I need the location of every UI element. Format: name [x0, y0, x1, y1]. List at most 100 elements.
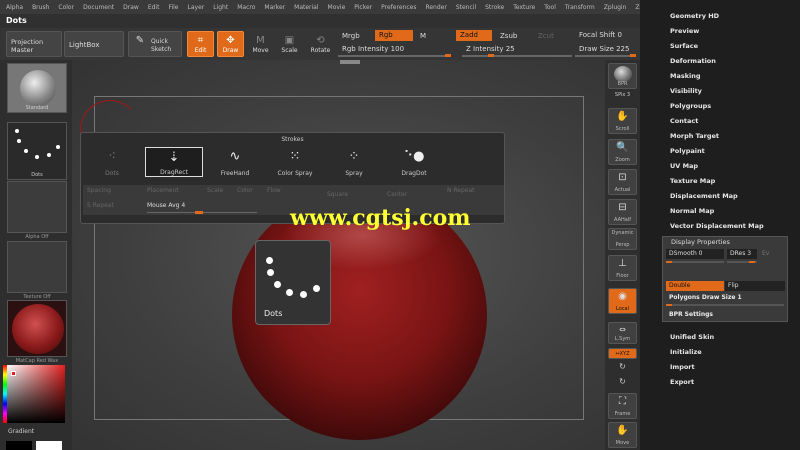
- actual-button[interactable]: ⊡ Actual: [608, 169, 637, 195]
- move-button[interactable]: M Move: [248, 31, 273, 57]
- deformation-item[interactable]: Deformation: [670, 57, 716, 65]
- rgb-intensity-knob[interactable]: [445, 54, 451, 57]
- main-color-swatch[interactable]: [36, 441, 62, 450]
- poly-draw-size-track[interactable]: [666, 304, 784, 306]
- alpha-thumb[interactable]: Alpha Off: [7, 181, 67, 240]
- normal-map-item[interactable]: Normal Map: [670, 207, 714, 215]
- spix-slider[interactable]: SPix 3: [608, 92, 637, 98]
- z-intensity-track[interactable]: [462, 55, 572, 57]
- focal-shift-slider[interactable]: Focal Shift 0: [575, 30, 626, 41]
- stroke-option-dots[interactable]: ⁖ Dots: [83, 147, 141, 177]
- menu-item-preferences[interactable]: Preferences: [381, 4, 416, 11]
- draw-size-track[interactable]: [575, 55, 635, 57]
- dsmooth-track[interactable]: [666, 261, 724, 263]
- menu-item-stroke[interactable]: Stroke: [485, 4, 504, 11]
- menu-item-document[interactable]: Document: [83, 4, 114, 11]
- material-standard-thumb[interactable]: Standard: [7, 63, 67, 113]
- geometry-hd-item[interactable]: Geometry HD: [670, 12, 719, 20]
- mrgb-toggle[interactable]: Mrgb: [338, 31, 364, 42]
- menu-item-draw[interactable]: Draw: [123, 4, 139, 11]
- menu-item-material[interactable]: Material: [294, 4, 318, 11]
- dsmooth-slider[interactable]: DSmooth 0: [666, 249, 724, 259]
- dres-knob[interactable]: [749, 261, 755, 263]
- menu-item-layer[interactable]: Layer: [188, 4, 205, 11]
- menu-item-transform[interactable]: Transform: [565, 4, 595, 11]
- masking-item[interactable]: Masking: [670, 72, 701, 80]
- lsym-button[interactable]: ⇔ L.Sym: [608, 322, 637, 344]
- rgb-intensity-track[interactable]: [338, 55, 450, 57]
- edit-button[interactable]: ⌗ Edit: [187, 31, 214, 57]
- menu-item-macro[interactable]: Macro: [237, 4, 255, 11]
- spacing-slider[interactable]: Spacing: [87, 187, 111, 194]
- flow-slider[interactable]: Flow: [267, 187, 281, 194]
- vector-displacement-map-item[interactable]: Vector Displacement Map: [670, 222, 764, 230]
- rgb-intensity-slider[interactable]: Rgb Intensity 100: [338, 44, 408, 55]
- color-slider[interactable]: Color: [237, 187, 253, 194]
- stroke-option-dragrect[interactable]: ⇣ DragRect: [145, 147, 203, 177]
- double-toggle[interactable]: Double: [666, 281, 724, 291]
- scroll-button[interactable]: ✋ Scroll: [608, 108, 637, 134]
- mouse-avg-slider[interactable]: Mouse Avg 4: [147, 202, 185, 209]
- unified-skin-item[interactable]: Unified Skin: [670, 333, 714, 341]
- stroke-option-color-spray[interactable]: ⁙ Color Spray: [266, 147, 324, 177]
- menu-item-brush[interactable]: Brush: [32, 4, 49, 11]
- menu-item-edit[interactable]: Edit: [148, 4, 160, 11]
- dres-slider[interactable]: DRes 3: [727, 249, 757, 259]
- menu-item-tool[interactable]: Tool: [544, 4, 556, 11]
- mouse-avg-knob[interactable]: [195, 211, 203, 214]
- projection-master-button[interactable]: Projection Master: [6, 31, 62, 57]
- center-toggle[interactable]: Center: [387, 191, 407, 198]
- bpr-button[interactable]: BPR: [608, 63, 637, 89]
- matcap-thumb[interactable]: MatCap Red Wax: [7, 300, 67, 364]
- gradient-label[interactable]: Gradient: [8, 428, 34, 435]
- rotate-button[interactable]: ⟲ Rotate: [307, 31, 334, 57]
- visibility-item[interactable]: Visibility: [670, 87, 702, 95]
- xyz-button[interactable]: ↔XYZ: [608, 348, 637, 359]
- surface-item[interactable]: Surface: [670, 42, 698, 50]
- menu-item-file[interactable]: File: [168, 4, 178, 11]
- m-toggle[interactable]: M: [416, 31, 430, 42]
- menu-item-texture[interactable]: Texture: [513, 4, 535, 11]
- draw-size-knob[interactable]: [630, 54, 636, 57]
- initialize-item[interactable]: Initialize: [670, 348, 702, 356]
- zadd-toggle[interactable]: Zadd: [456, 30, 492, 41]
- secondary-color-swatch[interactable]: [6, 441, 32, 450]
- frame-button[interactable]: ⛶ Frame: [608, 393, 637, 419]
- color-picker[interactable]: [3, 365, 65, 423]
- display-properties-header[interactable]: Display Properties: [671, 238, 730, 246]
- draw-size-slider[interactable]: Draw Size 225: [575, 44, 633, 55]
- texture-thumb[interactable]: Texture Off: [7, 241, 67, 300]
- canvas-handle[interactable]: [340, 60, 360, 64]
- menu-item-movie[interactable]: Movie: [328, 4, 346, 11]
- zsub-toggle[interactable]: Zsub: [496, 31, 521, 42]
- floor-button[interactable]: ⊥ Floor: [608, 255, 637, 281]
- n-repeat-slider[interactable]: N Repeat: [447, 187, 475, 194]
- quick-sketch-button[interactable]: ✎ Quick Sketch: [128, 31, 182, 57]
- hue-strip[interactable]: [3, 365, 7, 423]
- persp-button[interactable]: Dynamic Persp: [608, 228, 637, 250]
- preview-item[interactable]: Preview: [670, 27, 699, 35]
- placement-slider[interactable]: Placement: [147, 187, 179, 194]
- ev-toggle[interactable]: Ev: [759, 249, 785, 259]
- move-view-button[interactable]: ✋ Move: [608, 422, 637, 448]
- scale-slider[interactable]: Scale: [207, 187, 223, 194]
- document-canvas[interactable]: [72, 60, 605, 450]
- polygons-draw-size-slider[interactable]: Polygons Draw Size 1: [666, 293, 784, 303]
- menu-item-light[interactable]: Light: [213, 4, 228, 11]
- dsmooth-knob[interactable]: [666, 261, 672, 263]
- scale-button[interactable]: ▣ Scale: [277, 31, 302, 57]
- zcut-toggle[interactable]: Zcut: [534, 31, 558, 42]
- displacement-map-item[interactable]: Displacement Map: [670, 192, 738, 200]
- menu-item-alpha[interactable]: Alpha: [6, 4, 23, 11]
- texture-map-item[interactable]: Texture Map: [670, 177, 715, 185]
- polypaint-item[interactable]: Polypaint: [670, 147, 705, 155]
- stroke-option-dragdot[interactable]: ⠑● DragDot: [385, 147, 443, 177]
- draw-button[interactable]: ✥ Draw: [217, 31, 244, 57]
- menu-item-stencil[interactable]: Stencil: [456, 4, 476, 11]
- zoom-button[interactable]: 🔍 Zoom: [608, 139, 637, 165]
- contact-item[interactable]: Contact: [670, 117, 698, 125]
- menu-item-color[interactable]: Color: [58, 4, 74, 11]
- stroke-dots-thumb[interactable]: Dots: [7, 122, 67, 180]
- bpr-settings-item[interactable]: BPR Settings: [666, 310, 784, 320]
- square-toggle[interactable]: Square: [327, 191, 348, 198]
